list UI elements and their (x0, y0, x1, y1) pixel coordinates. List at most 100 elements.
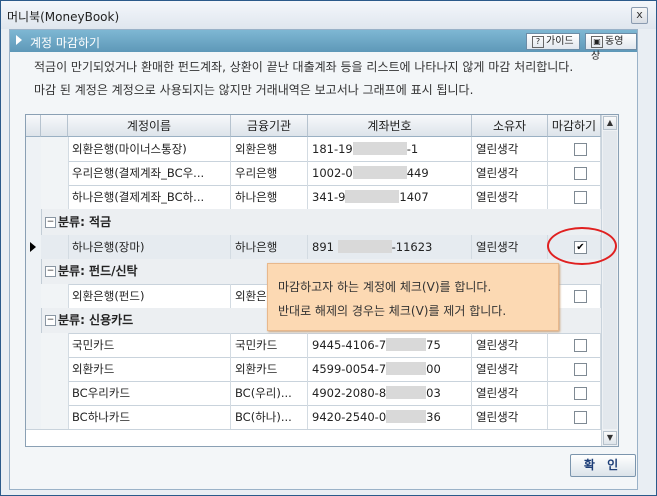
acct-prefix: 1002-0 (312, 166, 353, 180)
masked-digits (386, 386, 427, 399)
owner: 열린생각 (472, 137, 548, 161)
group-row-savings[interactable]: − 분류: 적금 (26, 209, 601, 236)
institution: 우리은행 (231, 161, 308, 185)
col-header-close[interactable]: 마감하기 (548, 115, 601, 137)
row-indicator (26, 333, 42, 357)
close-checkbox[interactable] (574, 411, 587, 424)
account-name: 하나은행(결제계좌_BC하... (68, 185, 231, 209)
owner: 열린생각 (472, 405, 548, 429)
row-gutter (41, 405, 69, 429)
panel-title: 계정 마감하기 (30, 36, 101, 50)
close-checkbox[interactable] (574, 290, 587, 303)
scroll-down-icon[interactable]: ▼ (603, 431, 617, 445)
table-row[interactable]: BC우리카드 BC(우리)... 4902-2080-8 03 열린생각 (26, 381, 601, 406)
table-row[interactable]: BC하나카드 BC(하나)... 9420-2540-0 36 열린생각 (26, 405, 601, 430)
acct-prefix: 181-19 (312, 142, 353, 156)
scroll-thumb[interactable] (603, 131, 617, 429)
close-cell (548, 381, 601, 405)
close-cell (548, 405, 601, 429)
row-gutter (41, 137, 69, 161)
masked-digits (345, 190, 400, 203)
tooltip-line-2: 반대로 해제의 경우는 체크(V)를 제거 합니다. (278, 304, 507, 318)
table-row-selected[interactable]: 하나은행(장마) 하나은행 891 -11623 열린생각 ✔ (26, 235, 601, 260)
acct-prefix: 9420-2540-0 (312, 410, 387, 424)
acct-suffix: 03 (426, 386, 441, 400)
window-title: 머니북(MoneyBook) (7, 10, 120, 24)
account-number: 9420-2540-0 36 (308, 405, 472, 429)
close-cell (548, 333, 601, 357)
acct-prefix: 9445-4106-7 (312, 338, 387, 352)
close-account-panel: 계정 마감하기 ? 가이드 ▣ 동영상 적금이 만기되었거나 환매한 펀드계좌, 상… (9, 29, 638, 490)
table-row[interactable]: 우리은행(결제계좌_BC우... 우리은행 1002-0 449 열린생각 (26, 161, 601, 186)
institution: 국민카드 (231, 333, 308, 357)
table-row[interactable]: 하나은행(결제계좌_BC하... 하나은행 341-9 1407 열린생각 (26, 185, 601, 210)
close-cell (548, 137, 601, 161)
row-gutter (41, 381, 69, 405)
institution: 하나은행 (231, 235, 308, 259)
close-checkbox[interactable] (574, 363, 587, 376)
close-cell (548, 161, 601, 185)
acct-suffix: -1 (406, 142, 419, 156)
col-header-name[interactable]: 계정이름 (68, 115, 231, 137)
masked-digits (352, 142, 407, 155)
row-indicator (26, 308, 42, 333)
description-line-2: 마감 된 계정은 계정으로 사용되지는 않지만 거래내역은 보고서나 그래프에 … (34, 83, 474, 97)
owner: 열린생각 (472, 357, 548, 381)
masked-digits (352, 166, 407, 179)
row-gutter (41, 235, 69, 259)
account-name: 하나은행(장마) (68, 235, 231, 259)
account-name: 외환은행(펀드) (68, 284, 231, 308)
close-checkbox[interactable] (574, 387, 587, 400)
row-indicator (26, 185, 42, 209)
acct-suffix: 1407 (399, 190, 429, 204)
close-checkbox[interactable] (574, 143, 587, 156)
close-checkbox[interactable] (574, 339, 587, 352)
collapse-toggle-icon[interactable]: − (45, 315, 56, 326)
grid-corner (26, 115, 41, 137)
institution: 하나은행 (231, 185, 308, 209)
row-gutter (41, 284, 69, 308)
row-indicator (26, 259, 42, 284)
col-header-account-number[interactable]: 계좌번호 (308, 115, 472, 137)
acct-suffix: 36 (426, 410, 441, 424)
row-gutter (41, 333, 69, 357)
account-number: 181-19 -1 (308, 137, 472, 161)
row-indicator (26, 161, 42, 185)
vertical-scrollbar[interactable]: ▲ ▼ (601, 115, 618, 446)
close-cell (548, 185, 601, 209)
row-indicator (26, 209, 42, 235)
table-row[interactable]: 외환카드 외환카드 4599-0054-7 00 열린생각 (26, 357, 601, 382)
panel-header: 계정 마감하기 ? 가이드 ▣ 동영상 (10, 30, 637, 62)
masked-digits (337, 240, 392, 253)
acct-suffix: 449 (406, 166, 429, 180)
acct-prefix: 891 (312, 240, 334, 254)
collapse-toggle-icon[interactable]: − (45, 217, 56, 228)
owner: 열린생각 (472, 161, 548, 185)
col-header-institution[interactable]: 금융기관 (231, 115, 308, 137)
masked-digits (386, 362, 427, 375)
row-gutter (41, 185, 69, 209)
row-indicator (26, 235, 42, 259)
col-header-owner[interactable]: 소유자 (472, 115, 548, 137)
tooltip-line-1: 마감하고자 하는 계정에 체크(V)를 합니다. (278, 280, 492, 294)
row-indicator (26, 405, 42, 429)
close-checkbox[interactable] (574, 167, 587, 180)
table-row[interactable]: 외환은행(마이너스통장) 외환은행 181-19 -1 열린생각 (26, 137, 601, 162)
account-number: 891 -11623 (308, 235, 472, 259)
guide-button[interactable]: ? 가이드 (526, 33, 580, 50)
ok-button[interactable]: 확 인 (570, 454, 636, 477)
scroll-up-icon[interactable]: ▲ (603, 116, 617, 130)
account-number: 9445-4106-7 75 (308, 333, 472, 357)
masked-digits (386, 338, 427, 351)
row-gutter (41, 161, 69, 185)
collapse-toggle-icon[interactable]: − (45, 266, 56, 277)
video-button[interactable]: ▣ 동영상 (585, 33, 637, 62)
close-button[interactable]: x (631, 7, 648, 24)
close-checkbox[interactable] (574, 191, 587, 204)
group-title: 분류: 적금 (58, 215, 112, 229)
row-indicator (26, 381, 42, 405)
header-arrow-icon (16, 35, 22, 45)
account-name: 우리은행(결제계좌_BC우... (68, 161, 231, 185)
table-row[interactable]: 국민카드 국민카드 9445-4106-7 75 열린생각 (26, 333, 601, 358)
owner: 열린생각 (472, 333, 548, 357)
